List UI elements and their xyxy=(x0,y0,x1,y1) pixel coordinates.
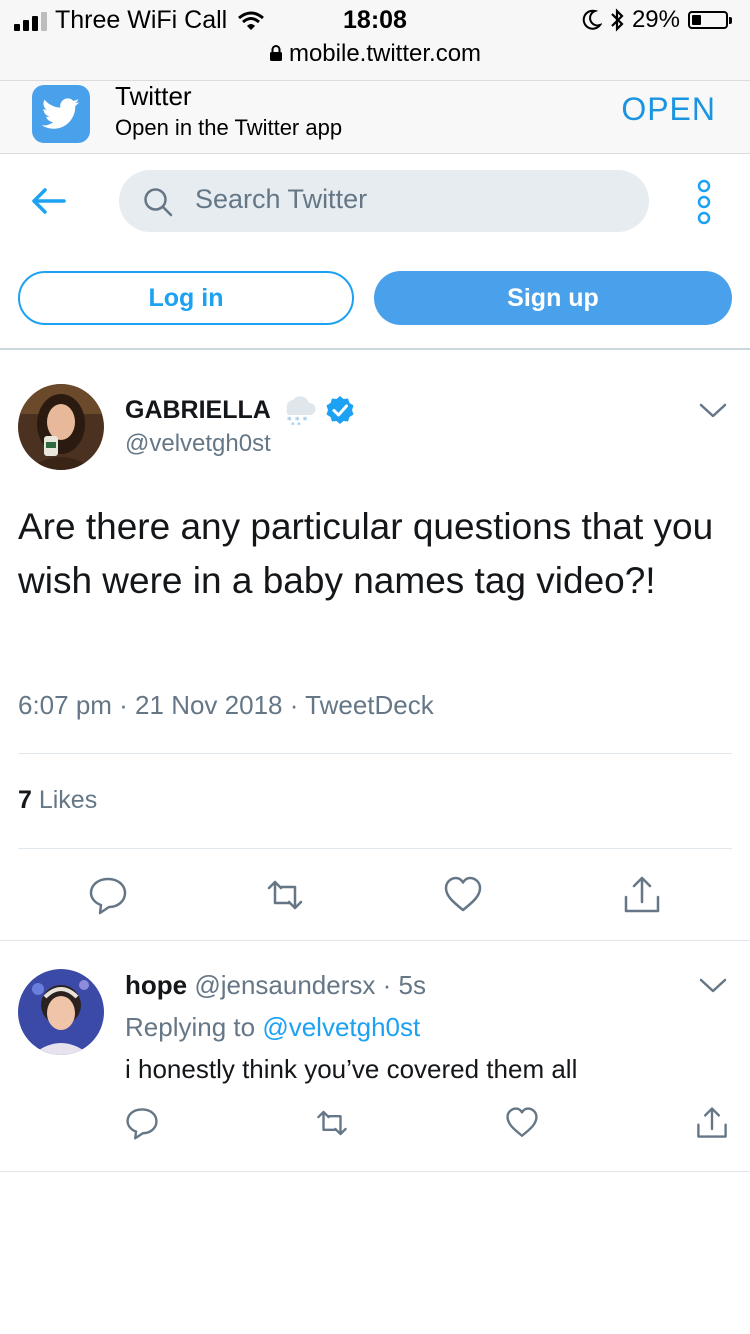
moon-icon xyxy=(582,9,602,30)
share-icon[interactable] xyxy=(695,1106,729,1140)
author-name: GABRIELLA xyxy=(125,395,271,424)
tweet-meta[interactable]: 6:07 pm · 21 Nov 2018 · TweetDeck xyxy=(18,690,434,721)
open-app-button[interactable]: OPEN xyxy=(621,91,716,128)
reply-header[interactable]: hope @jensaundersx · 5s xyxy=(125,970,426,1001)
avatar[interactable] xyxy=(18,384,104,470)
like-icon[interactable] xyxy=(505,1106,539,1140)
header-divider xyxy=(0,348,750,350)
more-vertical-icon[interactable] xyxy=(690,178,718,226)
chevron-down-icon[interactable] xyxy=(698,402,728,420)
url-bar[interactable]: mobile.twitter.com xyxy=(0,40,750,68)
share-icon[interactable] xyxy=(622,875,662,915)
divider xyxy=(18,753,732,754)
status-right: 29% xyxy=(582,6,732,34)
search-icon xyxy=(144,188,173,217)
like-icon[interactable] xyxy=(443,875,483,915)
replying-to-link[interactable]: @velvetgh0st xyxy=(262,1012,420,1042)
divider xyxy=(18,848,732,849)
chevron-down-icon[interactable] xyxy=(698,977,728,995)
tweet-text: Are there any particular questions that … xyxy=(18,506,714,601)
reply-icon[interactable] xyxy=(125,1106,159,1140)
likes-number: 7 xyxy=(18,786,32,814)
reply-text: i honestly think you’ve covered them all xyxy=(125,1054,578,1084)
author-handle[interactable]: @velvetgh0st xyxy=(125,430,271,458)
twitter-bird-icon xyxy=(32,85,90,143)
divider xyxy=(0,940,750,941)
login-button[interactable]: Log in xyxy=(18,271,354,325)
banner-subtitle: Open in the Twitter app xyxy=(115,115,343,140)
verified-badge-icon xyxy=(326,396,354,424)
tweet-author[interactable]: GABRIELLA * * * * * xyxy=(125,393,355,427)
back-arrow-icon[interactable] xyxy=(30,186,66,216)
signup-button[interactable]: Sign up xyxy=(374,271,732,325)
lock-icon xyxy=(269,45,282,61)
reply-author-name: hope xyxy=(125,970,188,1000)
divider xyxy=(0,1171,750,1172)
search-placeholder: Search Twitter xyxy=(195,184,368,214)
status-bar: Three WiFi Call 18:08 29% mobile.twitter… xyxy=(0,0,750,80)
search-input[interactable]: Search Twitter xyxy=(119,170,649,232)
banner-title: Twitter xyxy=(115,81,192,111)
url-text: mobile.twitter.com xyxy=(288,40,482,67)
svg-text:* *: * * xyxy=(291,421,301,427)
battery-icon xyxy=(688,11,732,29)
battery-percent: 29% xyxy=(631,6,680,33)
replying-to: Replying to @velvetgh0st xyxy=(125,1012,420,1043)
snow-cloud-emoji-icon: * * * * * xyxy=(286,396,316,427)
reply-handle-time: @jensaundersx · 5s xyxy=(187,970,426,1000)
replying-prefix: Replying to xyxy=(125,1012,263,1042)
likes-count[interactable]: 7 Likes xyxy=(18,786,97,815)
app-banner: Twitter Open in the Twitter app OPEN xyxy=(0,80,750,154)
reply-avatar[interactable] xyxy=(18,969,104,1055)
retweet-icon[interactable] xyxy=(315,1106,349,1140)
reply-icon[interactable] xyxy=(88,875,128,915)
bluetooth-icon xyxy=(611,8,624,32)
likes-label: Likes xyxy=(31,786,98,814)
retweet-icon[interactable] xyxy=(265,875,305,915)
